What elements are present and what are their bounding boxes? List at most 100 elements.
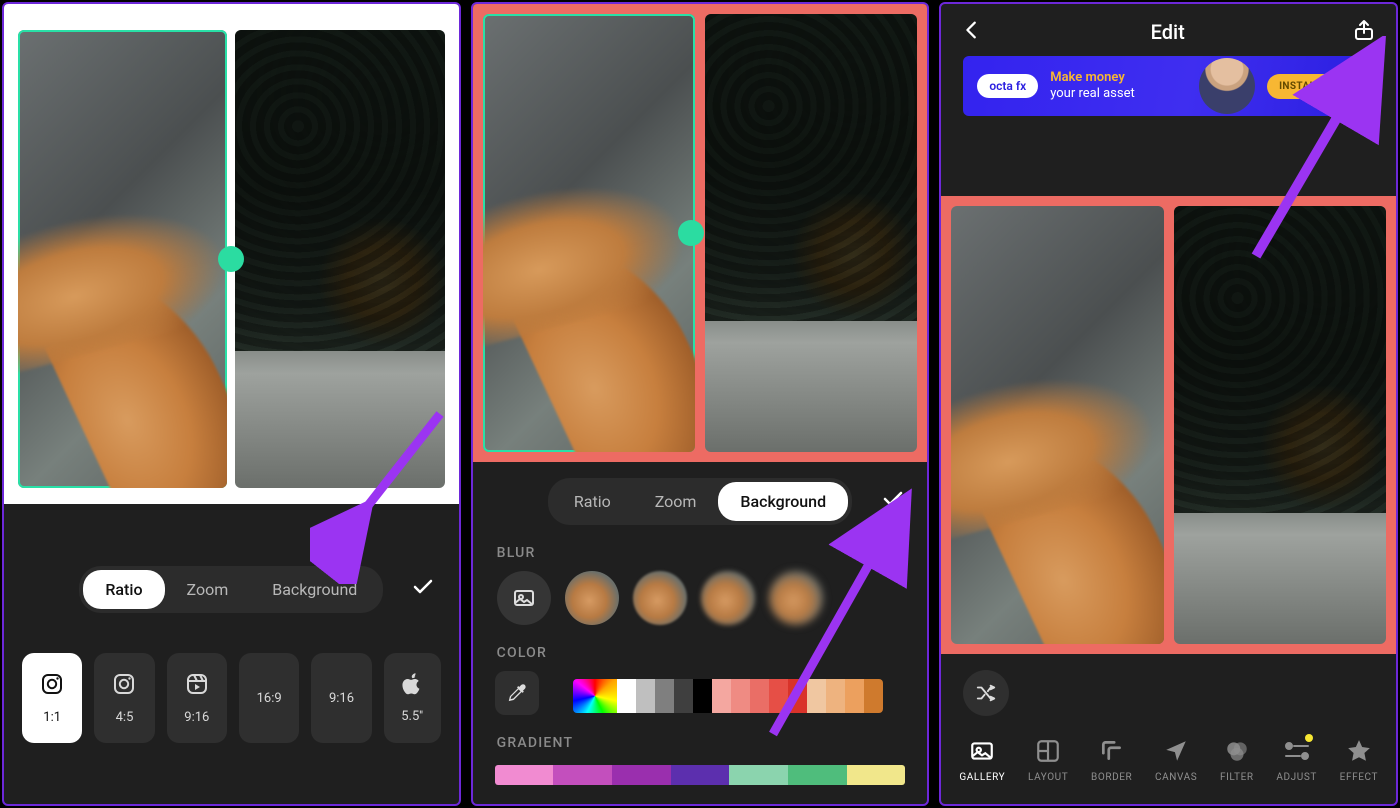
- confirm-check-icon[interactable]: [881, 487, 905, 517]
- blur-custom-image[interactable]: [497, 571, 551, 625]
- color-swatch[interactable]: [617, 679, 636, 713]
- screen-edit: Edit octa fx Make money your real asset …: [939, 2, 1398, 806]
- collage-photo-right[interactable]: [1174, 206, 1386, 644]
- gradient-swatch[interactable]: [612, 765, 671, 785]
- tool-gallery[interactable]: GALLERY: [959, 736, 1005, 783]
- tool-label: FILTER: [1220, 772, 1254, 783]
- color-swatch[interactable]: [655, 679, 674, 713]
- ratio-label: 5.5'': [401, 709, 423, 724]
- color-swatch[interactable]: [788, 679, 807, 713]
- instagram-icon: [40, 672, 64, 702]
- tool-layout[interactable]: LAYOUT: [1028, 736, 1068, 783]
- shuffle-button[interactable]: [963, 670, 1009, 716]
- ratio-16-9[interactable]: 16:9: [239, 653, 299, 743]
- tabs-segmented: Ratio Zoom Background: [79, 566, 383, 613]
- tool-label: ADJUST: [1276, 772, 1317, 783]
- screen-background: Ratio Zoom Background BLUR COLOR: [471, 2, 930, 806]
- tab-background[interactable]: Background: [718, 482, 848, 521]
- blur-level-3[interactable]: [701, 571, 755, 625]
- color-swatch[interactable]: [674, 679, 693, 713]
- collage-photo-right[interactable]: [235, 30, 444, 488]
- ratio-1-1[interactable]: 1:1: [22, 653, 82, 743]
- blur-level-4[interactable]: [769, 571, 823, 625]
- reels-icon: [185, 672, 209, 702]
- blur-level-1[interactable]: [565, 571, 619, 625]
- color-swatch[interactable]: [693, 679, 712, 713]
- ratio-4-5[interactable]: 4:5: [94, 653, 154, 743]
- tab-zoom[interactable]: Zoom: [165, 570, 251, 609]
- back-button[interactable]: [961, 19, 983, 45]
- tabs-segmented: Ratio Zoom Background: [548, 478, 852, 525]
- gradient-swatch[interactable]: [847, 765, 906, 785]
- tool-adjust[interactable]: ADJUST: [1276, 736, 1317, 783]
- ad-banner[interactable]: octa fx Make money your real asset INSTA…: [963, 56, 1374, 116]
- color-picker[interactable]: [573, 679, 617, 713]
- canvas-coral: [473, 4, 928, 462]
- gradient-swatch[interactable]: [495, 765, 554, 785]
- ratio-label: 9:16: [329, 691, 354, 706]
- ad-text: Make money your real asset: [1050, 70, 1135, 101]
- blur-options: [473, 571, 928, 625]
- blur-level-2[interactable]: [633, 571, 687, 625]
- apple-icon: [402, 673, 422, 701]
- divider-handle[interactable]: [218, 246, 244, 272]
- color-swatch[interactable]: [864, 679, 883, 713]
- color-swatch[interactable]: [636, 679, 655, 713]
- share-button[interactable]: [1352, 18, 1376, 46]
- tool-border[interactable]: BORDER: [1091, 736, 1132, 783]
- effect-icon: [1344, 736, 1374, 766]
- tool-filter[interactable]: FILTER: [1220, 736, 1254, 783]
- collage-photo-right[interactable]: [705, 14, 917, 452]
- divider-handle[interactable]: [678, 220, 704, 246]
- ad-cta-button[interactable]: INSTALL NOW: [1267, 74, 1360, 99]
- color-swatch[interactable]: [807, 679, 826, 713]
- tab-zoom[interactable]: Zoom: [633, 482, 719, 521]
- border-icon: [1097, 736, 1127, 766]
- collage: [951, 206, 1386, 644]
- color-swatch[interactable]: [712, 679, 731, 713]
- ratio-9-16-reel[interactable]: 9:16: [167, 653, 227, 743]
- instagram-icon: [112, 672, 136, 702]
- confirm-check-icon[interactable]: [411, 575, 435, 605]
- notification-dot-icon: [1305, 734, 1313, 742]
- color-swatch[interactable]: [826, 679, 845, 713]
- gradient-swatch[interactable]: [553, 765, 612, 785]
- section-color-label: COLOR: [473, 625, 928, 671]
- tool-label: CANVAS: [1155, 772, 1197, 783]
- color-swatch[interactable]: [750, 679, 769, 713]
- gradient-swatch[interactable]: [671, 765, 730, 785]
- section-blur-label: BLUR: [473, 525, 928, 571]
- eyedropper-button[interactable]: [495, 671, 539, 715]
- ratio-5-5in[interactable]: 5.5'': [384, 653, 441, 743]
- gradient-swatch[interactable]: [788, 765, 847, 785]
- collage-photo-left[interactable]: [18, 30, 227, 488]
- tool-label: EFFECT: [1340, 772, 1378, 783]
- screen-ratio: Ratio Zoom Background 1:1 4:5 9:16: [2, 2, 461, 806]
- ad-person-image: [1199, 58, 1255, 114]
- section-gradient-label: GRADIENT: [473, 715, 928, 761]
- tab-bar: Ratio Zoom Background: [4, 566, 459, 613]
- tab-ratio[interactable]: Ratio: [83, 570, 164, 609]
- color-swatch[interactable]: [845, 679, 864, 713]
- tab-ratio[interactable]: Ratio: [552, 482, 633, 521]
- tool-label: GALLERY: [959, 772, 1005, 783]
- ratio-label: 1:1: [43, 710, 61, 725]
- color-swatches: [573, 679, 884, 713]
- page-title: Edit: [1151, 20, 1185, 44]
- tool-canvas[interactable]: CANVAS: [1155, 736, 1197, 783]
- color-swatch[interactable]: [731, 679, 750, 713]
- collage-photo-left[interactable]: [483, 14, 695, 452]
- tab-background[interactable]: Background: [250, 570, 379, 609]
- header: Edit: [941, 4, 1396, 56]
- canvas-coral: [941, 196, 1396, 654]
- gradient-swatch[interactable]: [729, 765, 788, 785]
- layout-icon: [1033, 736, 1063, 766]
- gradient-swatches: [495, 765, 906, 785]
- color-swatch[interactable]: [769, 679, 788, 713]
- collage: [483, 14, 918, 452]
- collage-photo-left[interactable]: [951, 206, 1163, 644]
- tool-label: LAYOUT: [1028, 772, 1068, 783]
- tool-effect[interactable]: EFFECT: [1340, 736, 1378, 783]
- tool-label: BORDER: [1091, 772, 1132, 783]
- ratio-9-16[interactable]: 9:16: [311, 653, 371, 743]
